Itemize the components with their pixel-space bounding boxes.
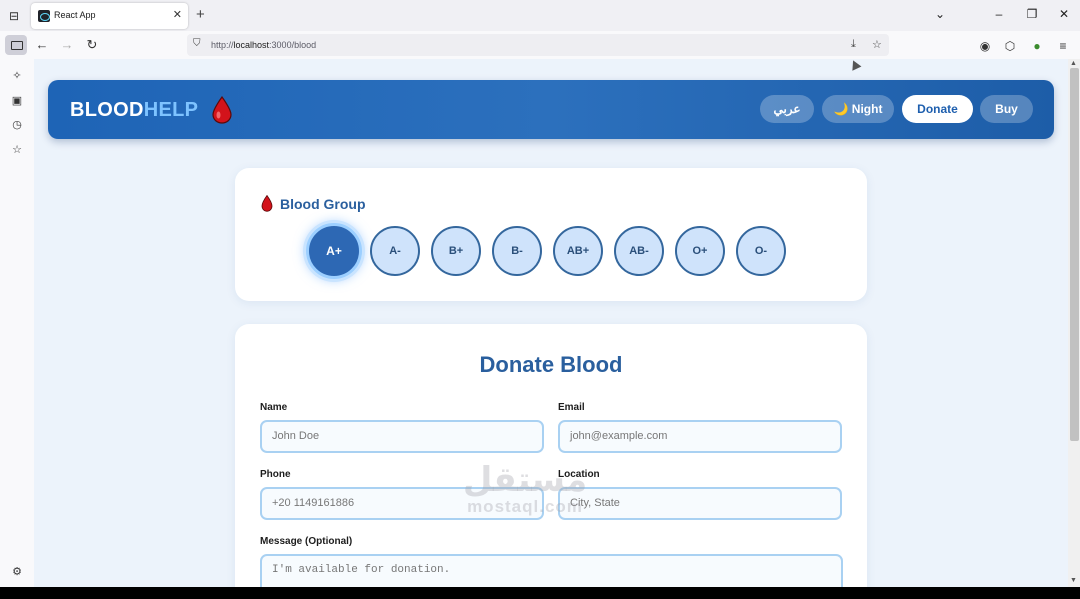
watermark-arabic: مستقل — [462, 460, 588, 500]
blood-group-option[interactable]: B+ — [431, 226, 481, 276]
new-tab-button[interactable]: + — [196, 6, 205, 23]
blood-group-option[interactable]: A- — [370, 226, 420, 276]
blood-group-option[interactable]: B- — [492, 226, 542, 276]
history-icon[interactable]: ◷ — [9, 118, 25, 131]
buy-button[interactable]: Buy — [980, 95, 1033, 123]
blood-group-title: Blood Group — [280, 196, 366, 212]
blood-group-option[interactable]: O+ — [675, 226, 725, 276]
night-mode-button[interactable]: 🌙 Night — [822, 95, 894, 123]
synced-tabs-icon[interactable]: ▣ — [9, 94, 25, 107]
scroll-up-arrow-icon[interactable]: ▲ — [1070, 60, 1077, 67]
react-favicon-icon — [38, 10, 50, 22]
blood-drop-icon — [212, 96, 232, 124]
watermark: مستقل mostaql.com — [440, 463, 610, 517]
email-label: Email — [558, 402, 585, 413]
message-textarea[interactable]: I'm available for donation. — [260, 554, 843, 587]
bookmarks-star-icon[interactable]: ☆ — [9, 143, 25, 156]
settings-gear-icon[interactable]: ⚙ — [9, 565, 25, 578]
tab-list-icon[interactable]: ⊟ — [6, 8, 22, 24]
scrollbar-thumb[interactable] — [1070, 68, 1079, 441]
tab-close-icon[interactable]: ✕ — [173, 8, 182, 21]
scroll-down-arrow-icon[interactable]: ▼ — [1070, 577, 1077, 584]
minimize-button[interactable]: – — [991, 7, 1007, 21]
phone-label: Phone — [260, 469, 291, 480]
navigation-bar: ← → ↻ ⛉ http://localhost:3000/blood ⤓ ☆ — [0, 31, 1080, 59]
install-app-icon[interactable]: ⤓ — [851, 38, 856, 51]
maximize-button[interactable]: ❐ — [1024, 7, 1040, 21]
page-scrollbar[interactable]: ▲ ▼ — [1068, 59, 1080, 587]
url-text[interactable]: http://localhost:3000/blood — [211, 40, 316, 50]
shield-icon: ⛉ — [193, 38, 201, 49]
tab-overflow-chevron-icon[interactable]: ⌄ — [932, 7, 948, 21]
ai-sparkle-icon[interactable]: ✧ — [9, 69, 25, 82]
account-icon[interactable]: ◉ — [978, 39, 992, 53]
watermark-latin: mostaql.com — [467, 497, 583, 516]
tab-title: React App — [54, 10, 96, 20]
name-label: Name — [260, 402, 288, 413]
close-window-button[interactable]: ✕ — [1056, 7, 1072, 21]
extension-badge-icon[interactable]: ● — [1030, 39, 1044, 53]
reload-icon[interactable]: ↻ — [84, 37, 100, 53]
browser-sidebar: ✧ ▣ ◷ ☆ ⚙ — [0, 59, 34, 587]
form-title: Donate Blood — [479, 352, 623, 377]
email-input[interactable]: john@example.com — [558, 420, 842, 453]
sidebar-toggle-icon[interactable] — [5, 35, 27, 55]
blood-group-option[interactable]: A+ — [306, 223, 362, 279]
donate-form-card: Donate Blood Name John Doe Email john@ex… — [235, 324, 867, 587]
donate-button[interactable]: Donate — [902, 95, 973, 123]
tab-bar: ⊟ React App ✕ + ⌄ – ❐ ✕ — [0, 0, 1080, 31]
menu-icon[interactable]: ≡ — [1056, 39, 1070, 53]
app-header: BLOODHELP عربي 🌙 Night Donate Buy — [48, 80, 1054, 139]
blood-group-card: Blood Group A+ A- B+ B- AB+ AB- O+ O- — [235, 168, 867, 301]
extensions-icon[interactable]: ⬡ — [1003, 39, 1017, 53]
bookmark-star-icon[interactable]: ☆ — [872, 38, 882, 51]
url-bar[interactable]: ⛉ http://localhost:3000/blood ⤓ ☆ — [187, 34, 889, 56]
message-label: Message (Optional) — [260, 536, 353, 547]
back-arrow-icon[interactable]: ← — [34, 37, 50, 53]
blood-group-option[interactable]: AB- — [614, 226, 664, 276]
browser-tab[interactable]: React App ✕ — [31, 3, 188, 29]
name-input[interactable]: John Doe — [260, 420, 544, 453]
language-button[interactable]: عربي — [760, 95, 814, 123]
forward-arrow-icon[interactable]: → — [59, 37, 75, 53]
bottom-bar — [0, 587, 1080, 599]
blood-group-option[interactable]: O- — [736, 226, 786, 276]
app-logo[interactable]: BLOODHELP — [70, 99, 198, 122]
blood-drop-icon — [261, 195, 273, 212]
blood-group-option[interactable]: AB+ — [553, 226, 603, 276]
